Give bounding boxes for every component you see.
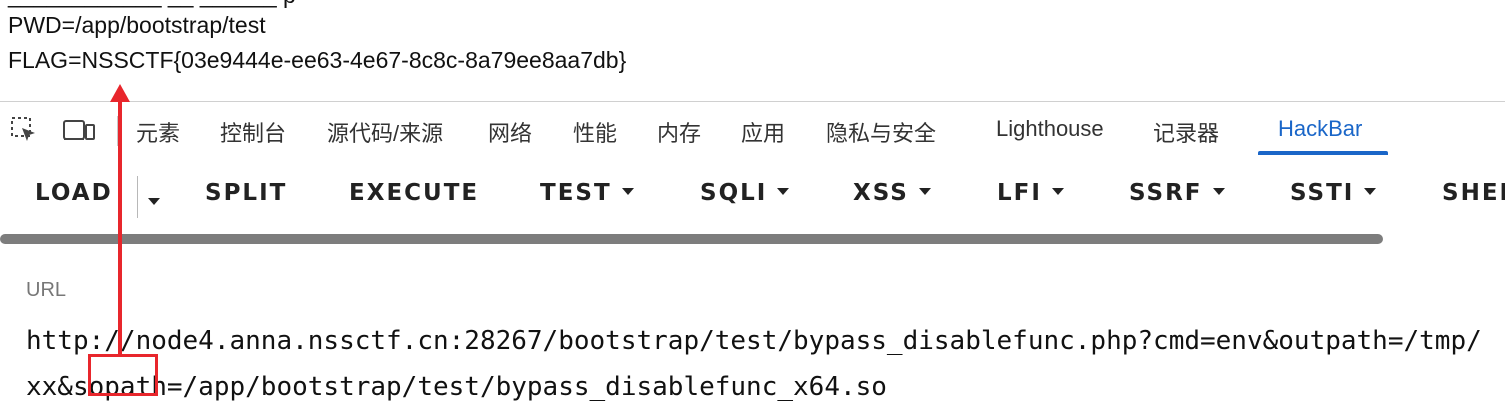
tab-privacy-security[interactable]: 隐私与安全: [826, 116, 936, 148]
page-output: ____________ __ ______ p PWD=/app/bootst…: [0, 0, 1505, 100]
tab-console[interactable]: 控制台: [220, 116, 286, 148]
flag-line: FLAG=NSSCTF{03e9444e-ee63-4e67-8c8c-8a79…: [8, 47, 627, 73]
xss-menu-label: XSS: [853, 180, 909, 206]
chevron-down-icon: [621, 188, 634, 195]
annotation-arrow-head: [110, 84, 130, 102]
device-toolbar-icon[interactable]: [62, 116, 96, 144]
tab-sources[interactable]: 源代码/来源: [327, 116, 443, 148]
test-menu-label: TEST: [540, 180, 612, 206]
test-menu-button[interactable]: TEST: [540, 180, 634, 206]
ssrf-menu-label: SSRF: [1129, 180, 1203, 206]
load-button[interactable]: LOAD: [35, 180, 113, 206]
toolbar-scrollbar[interactable]: [0, 234, 1383, 244]
shell-menu-button[interactable]: SHEL: [1442, 180, 1505, 206]
load-button-label: LOAD: [35, 180, 113, 206]
tab-performance[interactable]: 性能: [573, 116, 617, 148]
ssti-menu-button[interactable]: SSTI: [1290, 180, 1377, 206]
output-line-cut: ____________ __ ______ p: [8, 0, 296, 9]
url-label: URL: [26, 279, 67, 301]
chevron-down-icon: [918, 188, 931, 195]
execute-button-label: EXECUTE: [349, 180, 480, 206]
chevron-down-icon: [1212, 188, 1225, 195]
sqli-menu-button[interactable]: SQLI: [700, 180, 790, 206]
sqli-menu-label: SQLI: [700, 180, 768, 206]
chevron-down-icon: [1051, 188, 1064, 195]
load-dropdown-button[interactable]: [148, 190, 160, 216]
pwd-line: PWD=/app/bootstrap/test: [8, 12, 266, 38]
active-tab-indicator: [1258, 151, 1388, 155]
ssrf-menu-button[interactable]: SSRF: [1129, 180, 1225, 206]
annotation-arrow-line: [118, 98, 122, 354]
chevron-down-icon: [777, 188, 790, 195]
url-input[interactable]: http://node4.anna.nssctf.cn:28267/bootst…: [26, 318, 1486, 410]
tab-elements[interactable]: 元素: [136, 116, 180, 148]
devtools-tab-bar: 元素 控制台 源代码/来源 网络 性能 内存 应用 隐私与安全 Lighthou…: [0, 101, 1505, 159]
chevron-down-icon: [1364, 188, 1377, 195]
chevron-down-icon: [148, 198, 160, 205]
xss-menu-button[interactable]: XSS: [853, 180, 931, 206]
split-button-label: SPLIT: [205, 180, 288, 206]
tab-network[interactable]: 网络: [488, 116, 532, 148]
tab-hackbar[interactable]: HackBar: [1278, 116, 1362, 142]
ssti-menu-label: SSTI: [1290, 180, 1355, 206]
highlight-box: [88, 354, 158, 396]
lfi-menu-label: LFI: [997, 180, 1042, 206]
tab-recorder[interactable]: 记录器: [1153, 116, 1219, 148]
lfi-menu-button[interactable]: LFI: [997, 180, 1064, 206]
inspect-element-icon[interactable]: [10, 116, 38, 144]
tab-application[interactable]: 应用: [741, 116, 785, 148]
load-divider: [137, 176, 138, 218]
split-button[interactable]: SPLIT: [205, 180, 287, 206]
execute-button[interactable]: EXECUTE: [349, 180, 479, 206]
tab-memory[interactable]: 内存: [657, 116, 701, 148]
hackbar-toolbar: LOAD SPLIT EXECUTE TEST SQLI XSS LFI SSR…: [0, 158, 1505, 238]
shell-menu-label: SHEL: [1442, 180, 1505, 206]
tab-lighthouse[interactable]: Lighthouse: [996, 116, 1104, 142]
